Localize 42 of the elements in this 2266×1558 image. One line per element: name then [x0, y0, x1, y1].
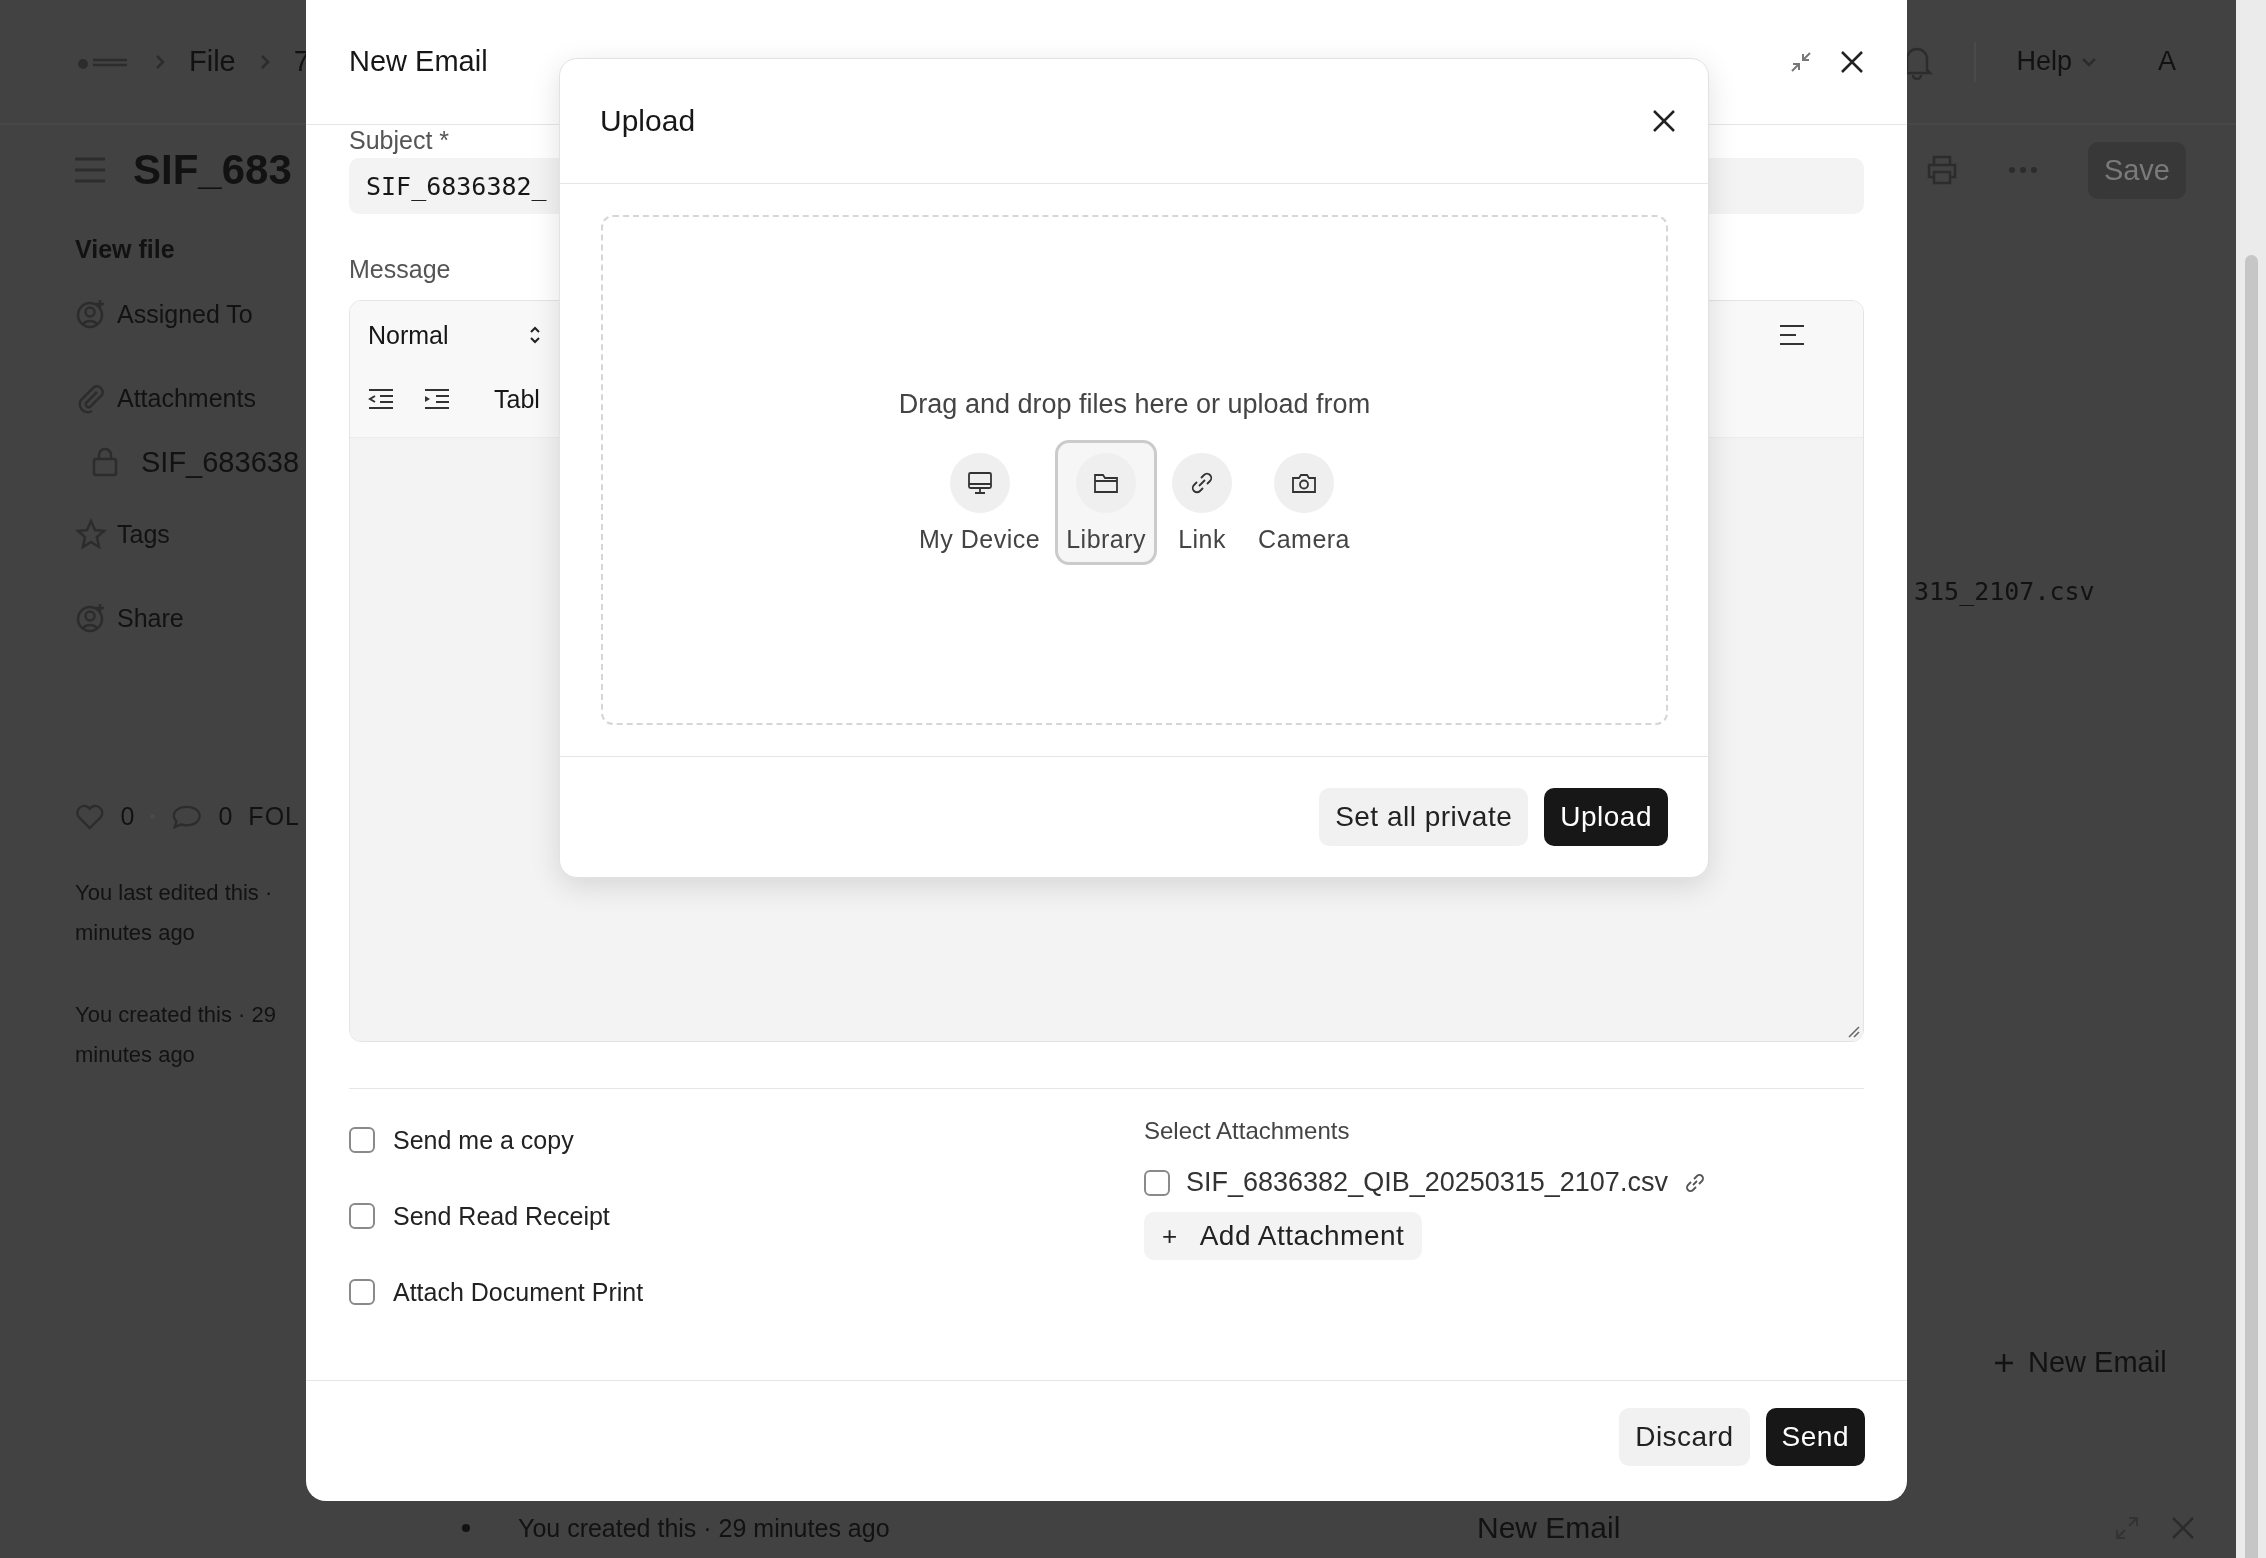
- add-attachment-button[interactable]: + Add Attachment: [1144, 1212, 1423, 1260]
- attachment-name[interactable]: SIF_6836382_QIB_20250315_2107.csv: [1186, 1167, 1668, 1198]
- align-right-icon[interactable]: [1779, 324, 1805, 346]
- source-option[interactable]: Library: [1055, 440, 1158, 565]
- table-menu[interactable]: Tabl: [494, 384, 540, 414]
- close-icon[interactable]: [1652, 109, 1676, 133]
- section-label: Select Attachments: [1144, 1117, 1350, 1145]
- outdent-icon[interactable]: [368, 388, 394, 410]
- up-down-arrows-icon: [528, 325, 541, 345]
- set-all-private-button[interactable]: Set all private: [1319, 788, 1529, 846]
- link-icon: [1190, 471, 1215, 495]
- source-option[interactable]: Link: [1161, 440, 1244, 565]
- field-label: Message: [349, 254, 452, 284]
- monitor-icon: [966, 471, 993, 495]
- close-icon[interactable]: [1839, 48, 1865, 75]
- send-button[interactable]: Send: [1765, 1408, 1865, 1466]
- folder-icon: [1093, 472, 1120, 494]
- checkbox[interactable]: [349, 1127, 375, 1153]
- resize-handle-icon[interactable]: [1846, 1024, 1860, 1038]
- checkbox-label[interactable]: Attach Document Print: [393, 1277, 644, 1307]
- plus-icon: [1994, 1352, 2014, 1373]
- dialog-title: Upload: [600, 104, 696, 138]
- checkbox-label[interactable]: Send me a copy: [393, 1125, 574, 1155]
- link-icon[interactable]: [1683, 1171, 1706, 1194]
- source-option[interactable]: Camera: [1247, 440, 1361, 565]
- dialog-title: New Email: [349, 45, 488, 78]
- drop-zone[interactable]: Drag and drop files here or upload from My Device Library Link Camera: [601, 215, 1668, 725]
- indent-icon[interactable]: [424, 388, 450, 410]
- checkbox-label[interactable]: Send Read Receipt: [393, 1201, 610, 1231]
- camera-icon: [1291, 472, 1318, 494]
- block-style-select[interactable]: Normal: [368, 320, 541, 350]
- checkbox[interactable]: [349, 1203, 375, 1229]
- upload-button[interactable]: Upload: [1544, 788, 1668, 846]
- source-option[interactable]: My Device: [908, 440, 1052, 565]
- checkbox[interactable]: [1144, 1169, 1170, 1196]
- field-label: Subject *: [349, 127, 451, 153]
- discard-button[interactable]: Discard: [1619, 1408, 1750, 1466]
- checkbox[interactable]: [349, 1279, 375, 1305]
- scrollbar[interactable]: [2244, 255, 2258, 1558]
- drop-prompt: Drag and drop files here or upload from: [898, 389, 1371, 420]
- minimize-icon[interactable]: [1789, 49, 1813, 74]
- timeline-dot: [462, 1524, 470, 1532]
